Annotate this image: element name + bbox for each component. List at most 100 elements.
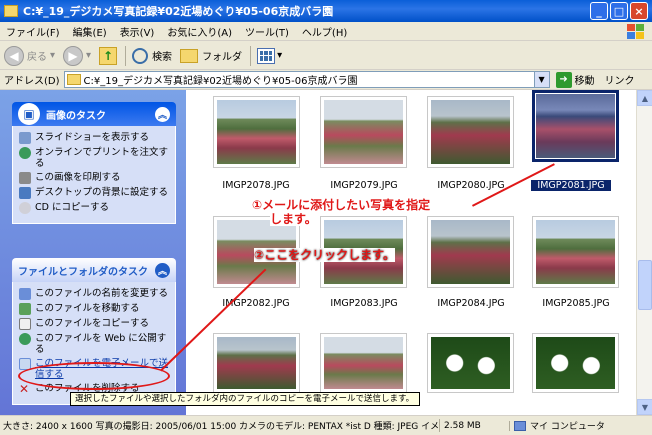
annotation-ellipse bbox=[18, 362, 170, 390]
title-bar: C:¥_19_デジカメ写真記録¥02近場めぐり¥05-06京成バラ園 _ □ × bbox=[0, 0, 652, 22]
status-zone-label: マイ コンピュータ bbox=[530, 422, 605, 432]
printer-icon bbox=[19, 172, 31, 184]
close-button[interactable]: × bbox=[630, 2, 648, 20]
thumbnail[interactable] bbox=[532, 216, 619, 288]
task-print-picture[interactable]: この画像を印刷する bbox=[19, 172, 169, 184]
toolbar-separator bbox=[250, 45, 252, 66]
address-input[interactable]: C:¥_19_デジカメ写真記録¥02近場めぐり¥05-06京成バラ園 ▼ bbox=[63, 71, 550, 88]
photo bbox=[431, 220, 510, 284]
task-order-prints[interactable]: オンラインでプリントを注文する bbox=[19, 147, 169, 169]
task-set-desktop-background[interactable]: デスクトップの背景に設定する bbox=[19, 187, 169, 199]
search-icon bbox=[132, 47, 149, 64]
menu-favorites[interactable]: お気に入り(A) bbox=[167, 24, 232, 39]
task-publish-web[interactable]: このファイルを Web に公開する bbox=[19, 333, 169, 355]
up-folder-icon: ↑ bbox=[99, 46, 118, 65]
toolbar: ◀ 戻る ▾ ▶ ▾ ↑ 検索 フォルダ ▾ bbox=[0, 42, 652, 70]
menu-edit[interactable]: 編集(E) bbox=[73, 24, 107, 39]
up-folder-button[interactable]: ↑ bbox=[99, 46, 118, 65]
menu-file[interactable]: ファイル(F) bbox=[6, 24, 60, 39]
address-bar: アドレス(D) C:¥_19_デジカメ写真記録¥02近場めぐり¥05-06京成バ… bbox=[0, 70, 652, 90]
thumbnail[interactable] bbox=[320, 333, 407, 393]
task-copy[interactable]: このファイルをコピーする bbox=[19, 318, 169, 330]
tooltip: 選択したファイルや選択したフォルダ内のファイルのコピーを電子メールで送信します。 bbox=[70, 392, 420, 406]
thumbnail-label: IMGP2085.JPG bbox=[542, 298, 610, 309]
toolbar-separator bbox=[125, 45, 127, 66]
picture-tasks-title: 画像のタスク bbox=[46, 110, 106, 122]
menu-help[interactable]: ヘルプ(H) bbox=[302, 24, 347, 39]
photo bbox=[536, 220, 615, 284]
cd-icon bbox=[19, 202, 31, 214]
scroll-down-icon[interactable]: ▼ bbox=[637, 399, 652, 415]
photo bbox=[431, 100, 510, 164]
thumbnail-label: IMGP2083.JPG bbox=[330, 298, 398, 309]
task-move[interactable]: このファイルを移動する bbox=[19, 303, 169, 315]
slideshow-icon bbox=[19, 132, 31, 144]
address-path: C:¥_19_デジカメ写真記録¥02近場めぐり¥05-06京成バラ園 bbox=[83, 76, 358, 87]
annotation-step2: ②ここをクリックします。 bbox=[254, 248, 395, 262]
picture-tasks-list: スライドショーを表示する オンラインでプリントを注文する この画像を印刷する デ… bbox=[12, 126, 176, 224]
views-button[interactable]: ▾ bbox=[257, 47, 283, 64]
photo bbox=[217, 337, 296, 389]
photo bbox=[324, 337, 403, 389]
picture-tasks-header[interactable]: ▣ 画像のタスク ︽ bbox=[12, 102, 176, 126]
views-dropdown-icon: ▾ bbox=[277, 50, 283, 61]
thumbnail[interactable] bbox=[213, 333, 300, 393]
thumbnail-selected[interactable] bbox=[532, 90, 619, 162]
search-button[interactable]: 検索 bbox=[132, 47, 173, 64]
task-slideshow[interactable]: スライドショーを表示する bbox=[19, 132, 169, 144]
search-label: 検索 bbox=[152, 52, 173, 63]
go-button[interactable]: 移動 bbox=[575, 72, 595, 87]
globe-icon bbox=[19, 147, 31, 159]
thumbnail-label-selected: IMGP2081.JPG bbox=[531, 180, 611, 191]
thumbnail[interactable] bbox=[320, 96, 407, 168]
minimize-button[interactable]: _ bbox=[590, 2, 608, 20]
status-size: 2.58 MB bbox=[440, 420, 510, 431]
photo bbox=[324, 100, 403, 164]
scroll-thumb[interactable] bbox=[638, 260, 652, 310]
vertical-scrollbar[interactable]: ▲ ▼ bbox=[636, 90, 652, 415]
picture-tasks-icon: ▣ bbox=[18, 103, 40, 125]
window-controls: _ □ × bbox=[590, 2, 648, 20]
desktop-icon bbox=[19, 187, 31, 199]
window-title: C:¥_19_デジカメ写真記録¥02近場めぐり¥05-06京成バラ園 bbox=[23, 5, 334, 18]
photo bbox=[536, 94, 615, 158]
links-button[interactable]: リンク bbox=[605, 72, 635, 87]
task-rename[interactable]: このファイルの名前を変更する bbox=[19, 288, 169, 300]
thumbnail-label: IMGP2082.JPG bbox=[222, 298, 290, 309]
file-tasks-header[interactable]: ファイルとフォルダのタスク ︽ bbox=[12, 258, 176, 282]
thumbnail[interactable] bbox=[427, 96, 514, 168]
folders-icon bbox=[180, 48, 199, 63]
copy-icon bbox=[19, 318, 31, 330]
address-dropdown-button[interactable]: ▼ bbox=[533, 72, 549, 87]
forward-dropdown-icon: ▾ bbox=[86, 50, 92, 61]
menu-view[interactable]: 表示(V) bbox=[120, 24, 155, 39]
back-button[interactable]: ◀ 戻る ▾ bbox=[4, 45, 55, 66]
status-zone: マイ コンピュータ bbox=[510, 419, 605, 432]
menu-bar: ファイル(F) 編集(E) 表示(V) お気に入り(A) ツール(T) ヘルプ(… bbox=[0, 22, 652, 41]
back-arrow-icon: ◀ bbox=[4, 45, 24, 66]
scroll-up-icon[interactable]: ▲ bbox=[637, 90, 652, 106]
delete-x-icon: ✕ bbox=[19, 382, 30, 396]
thumbnail[interactable] bbox=[213, 96, 300, 168]
thumbnail[interactable] bbox=[427, 333, 514, 393]
thumbnail-label: IMGP2079.JPG bbox=[330, 180, 398, 191]
thumbnail[interactable] bbox=[532, 333, 619, 393]
move-icon bbox=[19, 303, 31, 315]
menu-tools[interactable]: ツール(T) bbox=[245, 24, 289, 39]
photo bbox=[217, 100, 296, 164]
go-arrow-icon[interactable]: ➜ bbox=[555, 71, 572, 88]
task-copy-to-cd[interactable]: CD にコピーする bbox=[19, 202, 169, 214]
status-bar: 大きさ: 2400 x 1600 写真の撮影日: 2005/06/01 15:0… bbox=[0, 415, 652, 435]
maximize-button[interactable]: □ bbox=[610, 2, 628, 20]
folders-button[interactable]: フォルダ bbox=[180, 48, 242, 63]
collapse-chevron-icon[interactable]: ︽ bbox=[155, 106, 170, 122]
status-details: 大きさ: 2400 x 1600 写真の撮影日: 2005/06/01 15:0… bbox=[0, 419, 440, 432]
file-tasks-title: ファイルとフォルダのタスク bbox=[18, 266, 148, 278]
folder-icon bbox=[4, 5, 18, 17]
thumbnail-label: IMGP2084.JPG bbox=[437, 298, 505, 309]
forward-button[interactable]: ▶ ▾ bbox=[63, 45, 92, 66]
annotation-step1: ①メールに添付したい写真を指定 します。 bbox=[252, 198, 431, 226]
collapse-chevron-icon[interactable]: ︽ bbox=[155, 262, 170, 278]
back-label: 戻る bbox=[27, 52, 47, 63]
thumbnail[interactable] bbox=[427, 216, 514, 288]
